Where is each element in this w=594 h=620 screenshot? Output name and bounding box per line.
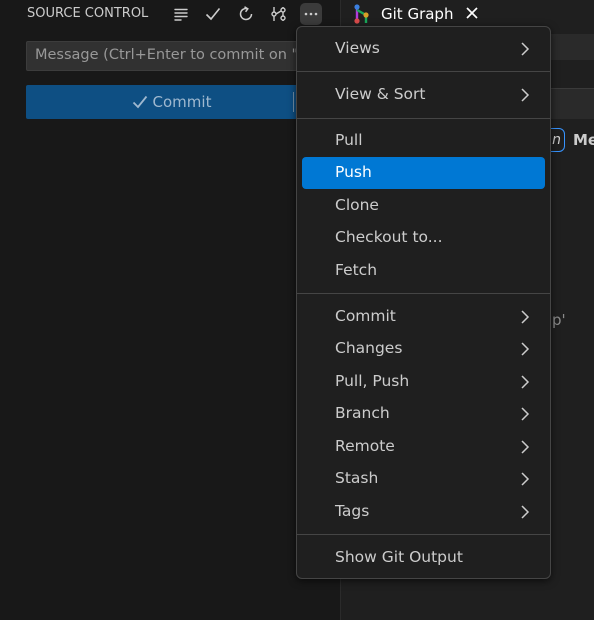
chevron-right-icon (521, 342, 530, 356)
checkmark-icon[interactable] (202, 3, 224, 25)
chevron-right-icon (521, 88, 530, 102)
chevron-right-icon (521, 310, 530, 324)
menu-item-pull[interactable]: Pull (302, 125, 545, 157)
menu-item-label: Pull (335, 131, 363, 149)
chevron-right-icon (521, 505, 530, 519)
refresh-icon[interactable] (235, 3, 257, 25)
menu-separator (297, 71, 550, 72)
commit-message-input[interactable]: Message (Ctrl+Enter to commit on "... (26, 41, 306, 71)
commit-button-label: Commit (152, 93, 212, 111)
menu-item-label: Remote (335, 437, 395, 455)
menu-item-remote[interactable]: Remote (302, 431, 545, 463)
menu-item-commit[interactable]: Commit (302, 301, 545, 333)
menu-item-label: Branch (335, 404, 390, 422)
menu-separator (297, 534, 550, 535)
chevron-right-icon (521, 440, 530, 454)
more-actions-menu: Views View & Sort Pull Push Clone Checko… (296, 26, 551, 579)
chevron-right-icon (521, 472, 530, 486)
menu-item-label: Views (335, 39, 380, 57)
menu-item-label: Clone (335, 196, 379, 214)
menu-item-label: Show Git Output (335, 548, 463, 566)
column-header-fragment: Me (573, 131, 594, 149)
chevron-right-icon (521, 407, 530, 421)
git-graph-toolbar (550, 34, 594, 60)
view-as-list-icon[interactable] (170, 3, 192, 25)
menu-item-stash[interactable]: Stash (302, 463, 545, 495)
menu-separator (297, 293, 550, 294)
menu-item-fetch[interactable]: Fetch (302, 255, 545, 287)
chevron-right-icon (521, 375, 530, 389)
menu-item-changes[interactable]: Changes (302, 333, 545, 365)
source-control-title: SOURCE CONTROL (27, 6, 149, 21)
menu-item-label: Fetch (335, 261, 378, 279)
menu-item-push[interactable]: Push (302, 157, 545, 189)
git-graph-tab-icon (354, 4, 369, 24)
text-fragment: p' (552, 311, 566, 329)
menu-separator (297, 118, 550, 119)
menu-item-views[interactable]: Views (302, 33, 545, 65)
menu-item-view-and-sort[interactable]: View & Sort (302, 79, 545, 111)
menu-item-branch[interactable]: Branch (302, 398, 545, 430)
menu-item-pull-push[interactable]: Pull, Push (302, 366, 545, 398)
close-icon[interactable] (463, 4, 481, 22)
git-graph-header-row (550, 88, 594, 119)
tab-label: Git Graph (381, 5, 454, 23)
tab-git-graph[interactable]: Git Graph (341, 0, 491, 28)
menu-item-clone[interactable]: Clone (302, 190, 545, 222)
menu-item-show-git-output[interactable]: Show Git Output (302, 542, 545, 574)
checkmark-icon (132, 95, 147, 109)
menu-item-label: Push (335, 163, 372, 181)
menu-item-label: Stash (335, 469, 379, 487)
menu-item-tags[interactable]: Tags (302, 496, 545, 528)
menu-item-label: Checkout to... (335, 228, 443, 246)
source-control-panel: SOURCE CONTROL Message (Ctrl+Enter to co… (0, 0, 340, 620)
commit-button[interactable]: Commit (26, 85, 316, 119)
menu-item-checkout-to[interactable]: Checkout to... (302, 222, 545, 254)
menu-item-label: Pull, Push (335, 372, 410, 390)
menu-item-label: View & Sort (335, 85, 426, 103)
more-actions-icon[interactable] (300, 3, 322, 25)
menu-item-label: Tags (335, 502, 370, 520)
menu-item-label: Commit (335, 307, 396, 325)
menu-item-label: Changes (335, 339, 403, 357)
commit-button-divider (293, 92, 294, 112)
git-graph-icon[interactable] (268, 3, 290, 25)
source-control-header: SOURCE CONTROL (0, 0, 340, 28)
chevron-right-icon (521, 42, 530, 56)
